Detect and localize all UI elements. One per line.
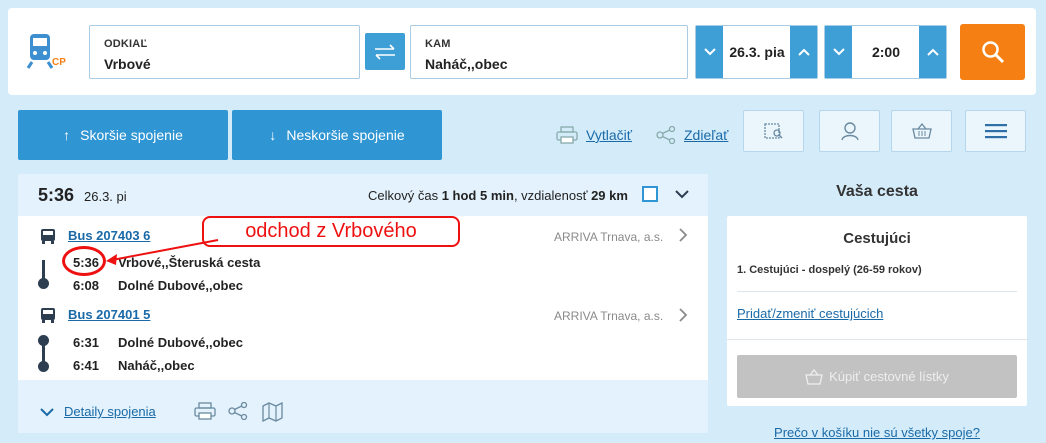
chevron-down-icon: [703, 48, 716, 56]
account-button[interactable]: [819, 110, 880, 152]
connection-header[interactable]: 5:36 26.3. pi Celkový čas 1 hod 5 min, v…: [18, 174, 708, 216]
train-icon: CP: [26, 34, 66, 69]
later-connection-label: Neskoršie spojenie: [286, 127, 405, 143]
stop-time: 6:41: [73, 358, 100, 373]
connection-card[interactable]: 5:36 26.3. pi Celkový čas 1 hod 5 min, v…: [18, 174, 708, 433]
to-label: KAM: [425, 38, 451, 50]
why-link[interactable]: Prečo v košíku nie sú všetky spoje?: [727, 425, 1027, 440]
user-icon: [840, 122, 859, 141]
details-link[interactable]: Detaily spojenia: [40, 404, 156, 419]
later-connection-button[interactable]: ↓ Neskoršie spojenie: [232, 110, 442, 160]
date-increment-button[interactable]: [790, 26, 817, 78]
from-label: ODKIAĽ: [104, 38, 148, 50]
chevron-right-icon[interactable]: [678, 228, 688, 242]
stop-time: 6:31: [73, 335, 100, 350]
printer-icon: [556, 126, 578, 144]
panel-title: Vaša cesta: [836, 183, 918, 200]
arrow-down-icon: ↓: [269, 127, 277, 143]
connection-footer: Detaily spojenia: [18, 380, 708, 433]
time-picker: 2:00: [824, 25, 947, 79]
passenger-line: 1. Cestujúci - dospelý (26-59 rokov): [737, 264, 922, 276]
menu-button[interactable]: [965, 110, 1026, 152]
details-label: Detaily spojenia: [64, 404, 156, 419]
stop-dot: [38, 361, 49, 372]
cp-logo[interactable]: CP: [26, 32, 78, 76]
distance: 29 km: [591, 188, 628, 203]
summary-mid: , vzdialenosť: [513, 188, 592, 203]
divider: [737, 291, 1017, 292]
share-icon[interactable]: [228, 402, 248, 420]
share-icon: [656, 126, 676, 144]
stop-name: Naháč,,obec: [118, 358, 195, 373]
hamburger-icon: [984, 124, 1007, 139]
total-time: 1 hod 5 min: [441, 188, 514, 203]
stop-name: Dolné Dubové,,obec: [118, 278, 243, 293]
stop-time: 6:08: [73, 278, 100, 293]
departure-time: 5:36: [38, 185, 75, 205]
bus-link-2[interactable]: Bus 207401 5: [68, 307, 150, 322]
timetable-search-button[interactable]: [743, 110, 804, 152]
earlier-connection-button[interactable]: ↑ Skoršie spojenie: [18, 110, 228, 160]
share-link[interactable]: Zdieľať: [656, 126, 728, 144]
buy-tickets-button[interactable]: Kúpiť cestovné lístky: [737, 355, 1017, 398]
operator-2: ARRIVA Trnava, a.s.: [554, 309, 664, 323]
chevron-down-icon: [832, 48, 845, 56]
divider: [727, 339, 1027, 340]
bus-icon: [41, 229, 55, 244]
chevron-up-icon: [926, 48, 939, 56]
stop-name: Dolné Dubové,,obec: [118, 335, 243, 350]
print-link[interactable]: Vytlačiť: [556, 126, 632, 144]
select-checkbox[interactable]: [642, 186, 658, 202]
time-value[interactable]: 2:00: [852, 26, 920, 78]
chevron-up-icon: [797, 48, 810, 56]
calendar-search-icon: [763, 123, 783, 139]
to-field[interactable]: KAM Naháč,,obec: [410, 25, 688, 79]
share-label: Zdieľať: [684, 127, 729, 143]
search-icon: [981, 41, 1004, 64]
date-picker: 26.3. pia: [695, 25, 818, 79]
chevron-down-icon: [40, 407, 54, 416]
trip-panel: Cestujúci 1. Cestujúci - dospelý (26-59 …: [727, 216, 1027, 406]
bus-link-1[interactable]: Bus 207403 6: [68, 228, 150, 243]
summary-prefix: Celkový čas: [368, 188, 442, 203]
annotation-highlight: [62, 246, 106, 276]
logo-text: CP: [52, 57, 66, 68]
stop-name: Vrbové,,Šteruská cesta: [118, 255, 261, 270]
bus-icon: [41, 308, 55, 323]
cart-button[interactable]: [891, 110, 952, 152]
stop-dot: [38, 278, 49, 289]
buy-tickets-label: Kúpiť cestovné lístky: [829, 369, 949, 384]
chevron-down-icon[interactable]: [674, 186, 690, 202]
print-label: Vytlačiť: [586, 127, 632, 143]
basket-icon: [911, 122, 932, 139]
search-bar: CP ODKIAĽ Vrbové KAM Naháč,,obec 26.3. p…: [8, 8, 1036, 95]
earlier-connection-label: Skoršie spojenie: [80, 127, 183, 143]
from-value[interactable]: Vrbové: [104, 56, 151, 72]
connection-summary: Celkový čas 1 hod 5 min, vzdialenosť 29 …: [368, 188, 628, 203]
swap-button[interactable]: [365, 33, 405, 70]
basket-icon: [805, 368, 823, 385]
date-decrement-button[interactable]: [696, 26, 723, 78]
swap-icon: [375, 43, 395, 60]
annotation-callout: odchod z Vrbového: [202, 216, 460, 247]
to-value[interactable]: Naháč,,obec: [425, 56, 507, 72]
search-button[interactable]: [960, 24, 1025, 80]
operator-1: ARRIVA Trnava, a.s.: [554, 230, 664, 244]
map-icon[interactable]: [262, 402, 284, 422]
departure-date: 26.3. pi: [84, 189, 127, 204]
change-passengers-link[interactable]: Pridať/zmeniť cestujúcich: [737, 306, 883, 321]
chevron-right-icon[interactable]: [678, 308, 688, 322]
arrow-up-icon: ↑: [63, 127, 71, 143]
time-increment-button[interactable]: [919, 26, 946, 78]
time-decrement-button[interactable]: [825, 26, 852, 78]
from-field[interactable]: ODKIAĽ Vrbové: [89, 25, 360, 79]
date-value[interactable]: 26.3. pia: [723, 26, 791, 78]
passengers-heading: Cestujúci: [843, 230, 911, 247]
printer-icon[interactable]: [194, 402, 216, 420]
